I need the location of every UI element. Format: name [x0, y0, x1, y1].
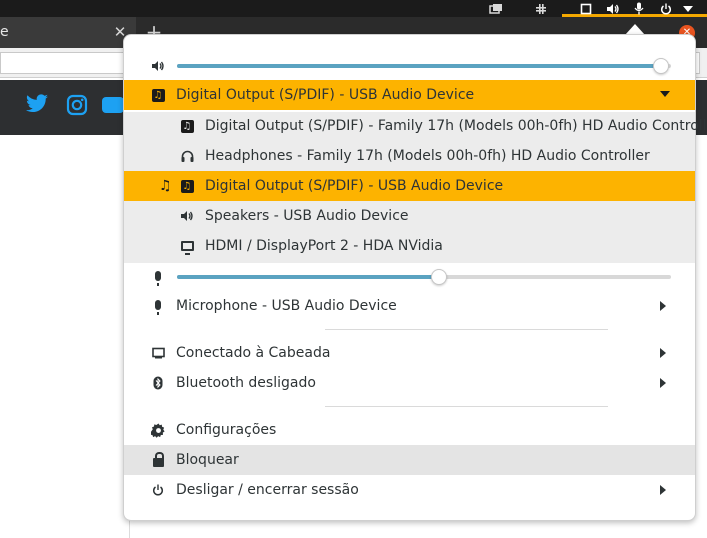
wired-network-label: Conectado à Cabeada [176, 345, 331, 361]
chevron-right-icon [660, 301, 668, 311]
input-volume-knob[interactable] [430, 269, 447, 285]
output-option-label: HDMI / DisplayPort 2 - HDA NVidia [205, 238, 443, 254]
output-volume-knob[interactable] [653, 58, 670, 74]
music-note-icon: ♫ [179, 118, 195, 134]
screen-icon[interactable] [578, 0, 594, 17]
output-option-label: Digital Output (S/PDIF) - USB Audio Devi… [205, 178, 504, 194]
music-note-icon: ♫ [179, 178, 195, 194]
power-icon [150, 482, 166, 498]
network-wired-icon [150, 345, 166, 361]
tab-title: e [0, 24, 9, 40]
lock-item[interactable]: Bloquear [124, 445, 695, 475]
input-volume-slider[interactable] [177, 269, 671, 285]
chevron-right-icon [660, 485, 668, 495]
music-note-icon: ♫ [150, 87, 166, 103]
bluetooth-label: Bluetooth desligado [176, 375, 316, 391]
selected-check-icon: ♫ [159, 178, 172, 194]
output-option-label: Speakers - USB Audio Device [205, 208, 409, 224]
browser-tab[interactable]: e ✕ [0, 17, 136, 48]
top-bar [0, 0, 707, 17]
menu-separator [325, 406, 608, 407]
output-option-speakers[interactable]: Speakers - USB Audio Device [124, 201, 695, 231]
power-off-item[interactable]: Desligar / encerrar sessão [124, 475, 695, 505]
lock-label: Bloquear [176, 452, 239, 468]
wired-network-item[interactable]: Conectado à Cabeada [124, 338, 695, 368]
output-volume-fill [177, 64, 662, 68]
input-device-selector[interactable]: Microphone - USB Audio Device [124, 291, 695, 321]
chevron-right-icon [660, 348, 668, 358]
instagram-icon[interactable] [64, 94, 90, 120]
speaker-icon [150, 58, 166, 74]
volume-icon[interactable] [604, 0, 622, 17]
power-icon[interactable] [659, 0, 673, 17]
chevron-down-icon [660, 90, 670, 100]
output-option-hdmi[interactable]: HDMI / DisplayPort 2 - HDA NVidia [124, 231, 695, 261]
output-volume-slider[interactable] [177, 58, 671, 74]
system-menu: ♫ Digital Output (S/PDIF) - USB Audio De… [123, 34, 707, 521]
mic-icon[interactable] [632, 0, 646, 17]
headphones-icon [179, 148, 195, 164]
bluetooth-item[interactable]: Bluetooth desligado [124, 368, 695, 398]
settings-label: Configurações [176, 422, 277, 438]
output-device-selector[interactable]: ♫ Digital Output (S/PDIF) - USB Audio De… [124, 80, 695, 110]
input-volume-row [124, 262, 695, 292]
slack-icon[interactable] [533, 0, 549, 17]
power-off-label: Desligar / encerrar sessão [176, 482, 359, 498]
output-option-label: Digital Output (S/PDIF) - Family 17h (Mo… [205, 118, 707, 134]
output-option-spdif-usb[interactable]: ♫ ♫ Digital Output (S/PDIF) - USB Audio … [124, 171, 695, 201]
output-option-label: Headphones - Family 17h (Models 00h-0fh)… [205, 148, 650, 164]
youtube-icon[interactable] [102, 94, 124, 120]
chevron-right-icon [660, 378, 668, 388]
speaker-icon [179, 208, 195, 224]
input-device-label: Microphone - USB Audio Device [176, 298, 397, 314]
microphone-icon [150, 298, 166, 315]
gear-icon [150, 422, 166, 438]
input-volume-fill [177, 275, 439, 279]
page-divider [129, 520, 130, 538]
settings-item[interactable]: Configurações [124, 415, 695, 445]
output-option-headphones[interactable]: Headphones - Family 17h (Models 00h-0fh)… [124, 141, 695, 171]
lock-icon [150, 452, 166, 468]
menu-separator [325, 329, 608, 330]
microphone-icon [150, 269, 166, 286]
monitor-icon [179, 238, 195, 255]
output-volume-row [124, 51, 695, 81]
output-device-label: Digital Output (S/PDIF) - USB Audio Devi… [176, 87, 475, 103]
dropdown-icon[interactable] [682, 0, 694, 17]
window-icon[interactable] [488, 0, 504, 17]
bluetooth-icon [150, 375, 166, 391]
twitter-icon[interactable] [24, 94, 50, 120]
output-option-spdif-family17h[interactable]: ♫ Digital Output (S/PDIF) - Family 17h (… [124, 111, 707, 141]
